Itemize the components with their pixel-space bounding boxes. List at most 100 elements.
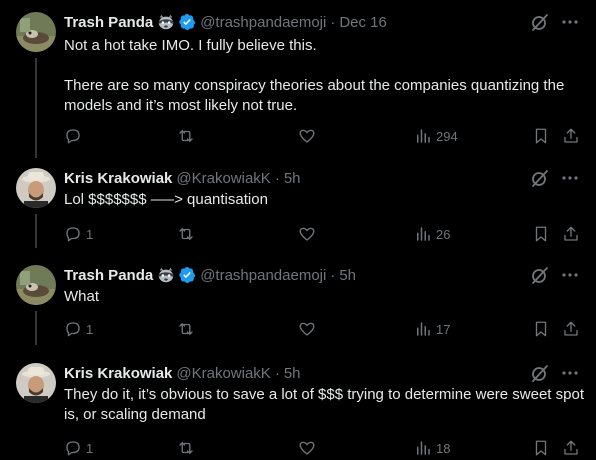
tweet-actions: 1 26 xyxy=(56,224,586,244)
separator-dot: · xyxy=(330,13,336,31)
tweet-paragraph: Lol $$$$$$$ —–> quantisation xyxy=(64,191,268,208)
avatar-kris-krakowiak[interactable] xyxy=(16,168,56,208)
tweet[interactable]: Kris Krakowiak @KrakowiakK · 5h They do … xyxy=(0,363,596,460)
share-icon xyxy=(564,226,578,241)
verified-badge-icon[interactable] xyxy=(178,13,196,31)
analytics-icon xyxy=(417,322,430,336)
separator-dot: · xyxy=(274,364,280,382)
like-button[interactable] xyxy=(298,126,316,146)
like-button[interactable] xyxy=(298,319,316,339)
share-button[interactable] xyxy=(562,438,580,458)
tweet-header: Kris Krakowiak @KrakowiakK · 5h xyxy=(64,363,301,383)
view-count: 18 xyxy=(436,440,451,456)
grok-icon[interactable] xyxy=(530,363,550,383)
like-button[interactable] xyxy=(298,438,316,458)
tweet-paragraph: There are so many conspiracy theories ab… xyxy=(64,77,569,114)
tweet-text: What xyxy=(64,287,584,307)
share-button[interactable] xyxy=(562,319,580,339)
tweet-actions: 294 xyxy=(56,126,586,146)
repost-button[interactable] xyxy=(177,438,195,458)
thread-line xyxy=(35,214,37,248)
tweet-top-actions xyxy=(530,168,580,188)
share-icon xyxy=(564,128,578,143)
more-options-icon[interactable] xyxy=(560,363,580,383)
repost-button[interactable] xyxy=(177,224,195,244)
reply-button[interactable]: 1 xyxy=(64,438,93,458)
tweet-header: Trash Panda @trashpandaemoji · 5h xyxy=(64,265,356,285)
display-name[interactable]: Kris Krakowiak xyxy=(64,170,172,187)
tweet[interactable]: Kris Krakowiak @KrakowiakK · 5h Lol $$$$… xyxy=(0,168,596,248)
tweet-header: Trash Panda @trashpandaemoji · Dec 16 xyxy=(64,12,387,32)
repost-icon xyxy=(179,228,193,240)
display-name[interactable]: Trash Panda xyxy=(64,14,153,31)
timestamp[interactable]: Dec 16 xyxy=(339,14,387,31)
reply-button[interactable]: 1 xyxy=(64,319,93,339)
avatar-kris-krakowiak[interactable] xyxy=(16,363,56,403)
reply-count: 1 xyxy=(86,440,94,456)
reply-icon xyxy=(66,129,80,144)
handle[interactable]: @KrakowiakK xyxy=(176,365,270,382)
tweet-header: Kris Krakowiak @KrakowiakK · 5h xyxy=(64,168,301,188)
timestamp[interactable]: 5h xyxy=(284,365,301,382)
more-options-icon[interactable] xyxy=(560,265,580,285)
like-button[interactable] xyxy=(298,224,316,244)
timestamp[interactable]: 5h xyxy=(339,267,356,284)
tweet-top-actions xyxy=(530,363,580,383)
tweet-actions: 1 17 xyxy=(56,319,586,339)
repost-icon xyxy=(179,130,193,142)
analytics-icon xyxy=(417,129,430,143)
share-icon xyxy=(564,321,578,336)
tweet-top-actions xyxy=(530,265,580,285)
tweet[interactable]: Trash Panda @trashpandaemoji · 5h What 1… xyxy=(0,265,596,345)
bookmark-button[interactable] xyxy=(532,319,550,339)
view-count: 26 xyxy=(436,226,451,242)
display-name[interactable]: Trash Panda xyxy=(64,267,153,284)
heart-icon xyxy=(299,227,315,241)
tweet-text: They do it, it’s obvious to save a lot o… xyxy=(64,385,584,425)
share-icon xyxy=(564,440,578,455)
handle[interactable]: @trashpandaemoji xyxy=(200,267,326,284)
avatar-trash-panda[interactable] xyxy=(16,12,56,52)
raccoon-icon xyxy=(157,13,175,31)
reply-icon xyxy=(66,322,80,337)
bookmark-button[interactable] xyxy=(532,224,550,244)
separator-dot: · xyxy=(330,266,336,284)
reply-icon xyxy=(66,441,80,456)
tweet-text: Not a hot take IMO. I fully believe this… xyxy=(64,36,584,116)
grok-icon[interactable] xyxy=(530,265,550,285)
tweet-top-actions xyxy=(530,12,580,32)
reply-icon xyxy=(66,227,80,242)
views-button[interactable]: 17 xyxy=(414,319,450,339)
tweet-paragraph: Not a hot take IMO. I fully believe this… xyxy=(64,37,317,54)
share-button[interactable] xyxy=(562,126,580,146)
more-options-icon[interactable] xyxy=(560,12,580,32)
share-button[interactable] xyxy=(562,224,580,244)
bookmark-icon xyxy=(535,321,547,337)
bookmark-button[interactable] xyxy=(532,438,550,458)
handle[interactable]: @trashpandaemoji xyxy=(200,14,326,31)
thread-line xyxy=(35,311,37,345)
bookmark-button[interactable] xyxy=(532,126,550,146)
views-button[interactable]: 18 xyxy=(414,438,450,458)
view-count: 294 xyxy=(436,128,458,144)
bookmark-icon xyxy=(535,440,547,456)
repost-button[interactable] xyxy=(177,319,195,339)
more-options-icon[interactable] xyxy=(560,168,580,188)
views-button[interactable]: 26 xyxy=(414,224,450,244)
grok-icon[interactable] xyxy=(530,12,550,32)
views-button[interactable]: 294 xyxy=(414,126,458,146)
reply-button[interactable]: 1 xyxy=(64,224,93,244)
timestamp[interactable]: 5h xyxy=(284,170,301,187)
tweet-actions: 1 18 xyxy=(56,438,586,458)
tweet[interactable]: Trash Panda @trashpandaemoji · Dec 16 No… xyxy=(0,12,596,158)
display-name[interactable]: Kris Krakowiak xyxy=(64,365,172,382)
handle[interactable]: @KrakowiakK xyxy=(176,170,270,187)
reply-count: 1 xyxy=(86,226,94,242)
repost-button[interactable] xyxy=(177,126,195,146)
reply-button[interactable] xyxy=(64,126,86,146)
verified-badge-icon[interactable] xyxy=(178,266,196,284)
tweet-text: Lol $$$$$$$ —–> quantisation xyxy=(64,190,584,210)
avatar-trash-panda[interactable] xyxy=(16,265,56,305)
reply-count: 1 xyxy=(86,321,94,337)
grok-icon[interactable] xyxy=(530,168,550,188)
